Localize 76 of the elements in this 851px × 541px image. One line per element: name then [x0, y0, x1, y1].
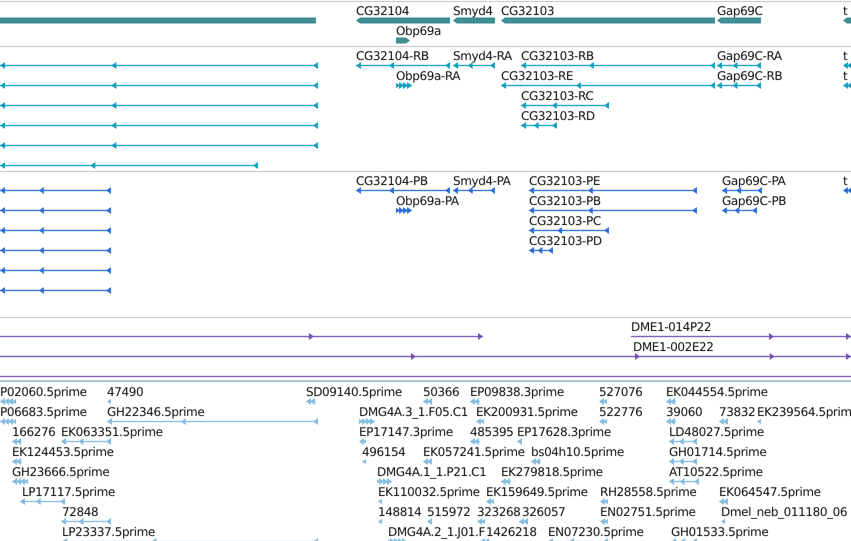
feature-label[interactable]: Smyd4	[453, 4, 493, 18]
feature-label[interactable]: t	[843, 174, 848, 188]
feature-label[interactable]: 527076	[599, 385, 642, 399]
feature-label[interactable]: CG32103-RD	[521, 109, 595, 123]
feature-label[interactable]: P02060.5prime	[0, 385, 87, 399]
feature-label[interactable]: 515972	[427, 505, 470, 519]
feature-label[interactable]: DME1-014P22	[631, 320, 712, 334]
feature-label[interactable]: EK159649.5prime	[486, 485, 588, 499]
feature-label[interactable]: 148814	[378, 505, 422, 519]
feature-label[interactable]: EK110032.5prime	[378, 485, 480, 499]
feature-label[interactable]: LP23337.5prime	[62, 525, 155, 539]
feature-label[interactable]: 1426218	[486, 525, 537, 539]
feature-label[interactable]: DMG4A.3_1.F05.C1	[359, 405, 468, 419]
feature-label[interactable]: Smyd4-RA	[453, 49, 512, 63]
feature-label[interactable]: EP17147.3prime	[359, 425, 453, 439]
feature-label[interactable]: Gap69C-RA	[717, 49, 782, 63]
feature-label[interactable]: Gap69C-RB	[717, 69, 782, 83]
feature-label[interactable]: 72848	[62, 505, 98, 519]
feature-label[interactable]: 323268	[477, 505, 520, 519]
feature-label[interactable]: AT10522.5prime	[669, 465, 763, 479]
feature-label[interactable]: EK200931.5prime	[476, 405, 578, 419]
feature-label[interactable]: LP17117.5prime	[22, 485, 115, 499]
feature-label[interactable]: Obp69a	[396, 24, 441, 38]
feature-label[interactable]: EK057241.5prime	[423, 445, 525, 459]
feature-label[interactable]: 47490	[107, 385, 144, 399]
feature-label[interactable]: CG32103-PE	[529, 174, 600, 188]
feature-label[interactable]: CG32104-PB	[356, 174, 428, 188]
feature-label[interactable]: CG32103-RC	[521, 89, 594, 103]
feature-label[interactable]: 73832	[719, 405, 756, 419]
feature-label[interactable]: DME1-002E22	[633, 340, 714, 354]
feature-label[interactable]: EK239564.5prim	[757, 405, 851, 419]
feature-label[interactable]: CG32103	[501, 4, 554, 18]
feature-label[interactable]: 496154	[362, 445, 406, 459]
feature-label[interactable]: 522776	[599, 405, 642, 419]
feature-label[interactable]: Gap69C	[717, 4, 763, 18]
feature-label[interactable]: DMG4A.1_1.P21.C1	[377, 465, 486, 479]
feature-label[interactable]: EP09838.3prime	[470, 385, 564, 399]
feature-label[interactable]: Obp69a-RA	[396, 69, 460, 83]
feature-label[interactable]: EK064547.5prime	[719, 485, 821, 499]
feature-label[interactable]: 39060	[666, 405, 702, 419]
feature-label[interactable]: CG32103-RE	[501, 69, 574, 83]
feature-label[interactable]: EP17628.3prime	[517, 425, 611, 439]
feature-label[interactable]: Obp69a-PA	[396, 194, 459, 208]
feature-label[interactable]: DMG4A.2_1.J01.F	[388, 525, 485, 539]
feature-label[interactable]: EK124453.5prime	[12, 445, 114, 459]
feature-label[interactable]: Smyd4-PA	[453, 174, 510, 188]
feature-label[interactable]: RH28558.5prime	[600, 485, 696, 499]
feature-label[interactable]: Gap69C-PA	[722, 174, 786, 188]
feature-label[interactable]: 326057	[522, 505, 566, 519]
feature-label[interactable]: EK063351.5prime	[61, 425, 163, 439]
feature-label[interactable]: CG32103-PD	[529, 234, 602, 248]
feature-label[interactable]: LD48027.5prime	[669, 425, 764, 439]
feature-label[interactable]: GH22346.5prime	[107, 405, 204, 419]
feature-label[interactable]: CG32104-RB	[356, 49, 429, 63]
feature-label[interactable]: GH23666.5prime	[12, 465, 110, 479]
feature-label[interactable]: t	[843, 69, 848, 83]
feature-label[interactable]: Dmel_neb_011180_06	[721, 505, 848, 519]
feature-label[interactable]: 166276	[12, 425, 56, 439]
feature-label[interactable]: EN02751.5prime	[600, 505, 696, 519]
feature-label[interactable]: 50366	[423, 385, 460, 399]
feature-label[interactable]: CG32103-RB	[521, 49, 594, 63]
feature-label[interactable]: EK279818.5prime	[501, 465, 603, 479]
feature-label[interactable]: bs04h10.5prime	[531, 445, 624, 459]
feature-label[interactable]: GH01533.5prime	[671, 525, 768, 539]
feature-label[interactable]: 485395	[470, 425, 514, 439]
feature-label[interactable]: SD09140.5prime	[306, 385, 402, 399]
feature-label[interactable]: CG32103-PB	[529, 194, 601, 208]
feature-label[interactable]: Gap69C-PB	[722, 194, 786, 208]
feature-label[interactable]: CG32103-PC	[529, 214, 601, 228]
feature-label[interactable]: EK044554.5prime	[666, 385, 768, 399]
feature-label[interactable]: t	[843, 49, 848, 63]
feature-label[interactable]: EN07230.5prime	[548, 525, 644, 539]
feature-label[interactable]: GH01714.5prime	[669, 445, 766, 459]
feature-label[interactable]: t	[843, 4, 848, 18]
feature-label[interactable]: P06683.5prime	[0, 405, 87, 419]
feature-label[interactable]: CG32104	[356, 4, 410, 18]
